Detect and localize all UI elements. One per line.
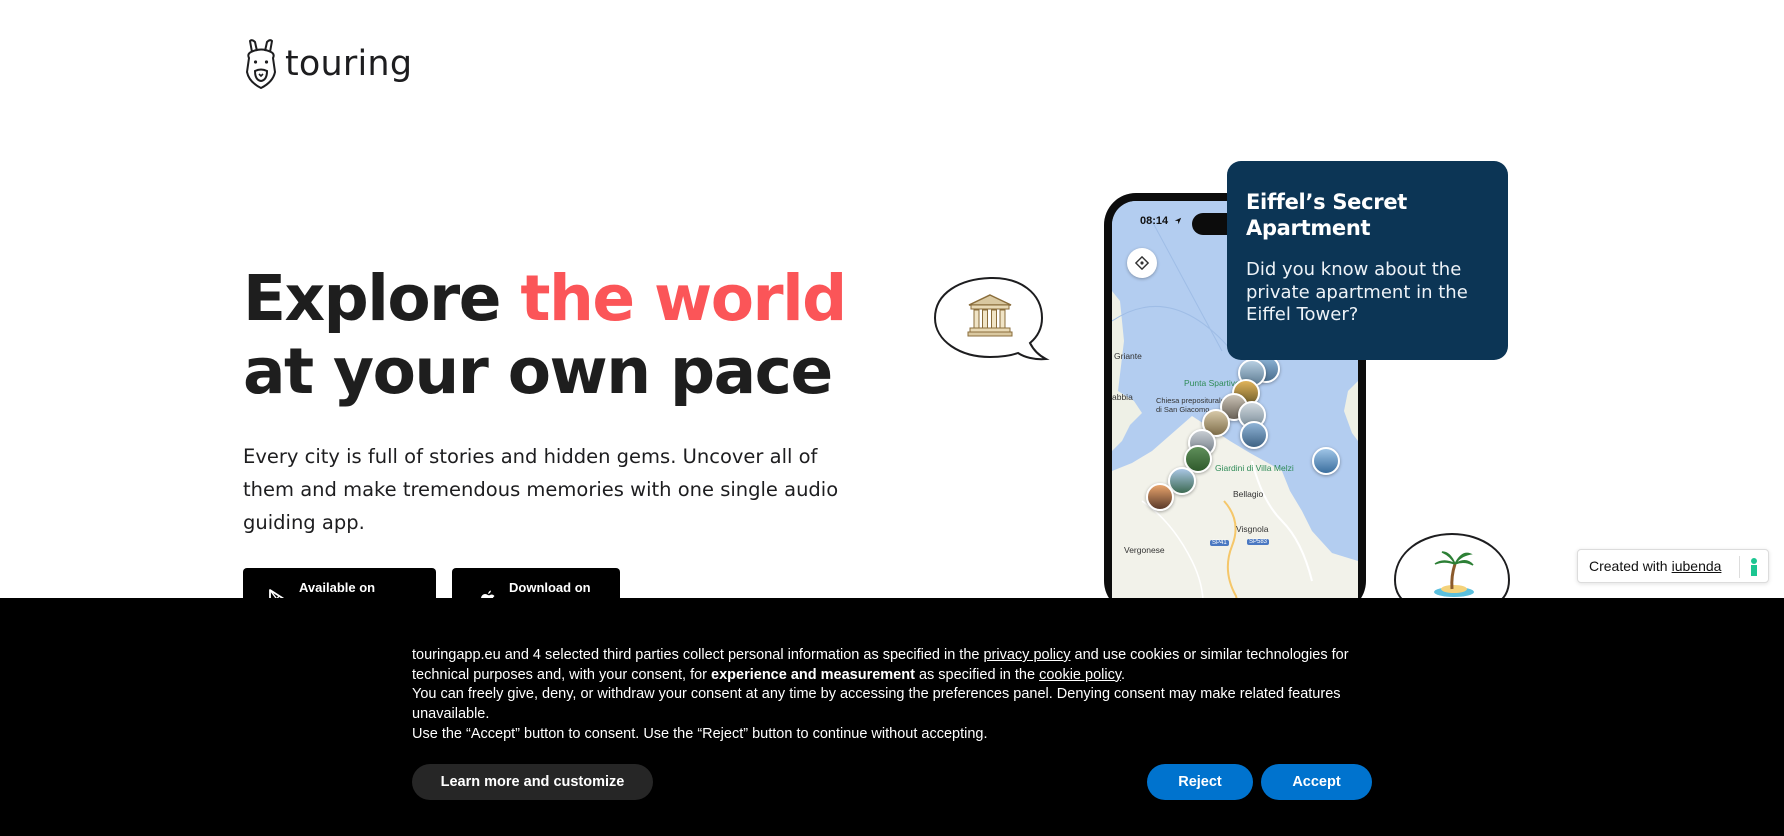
- map-label-vergonese: Vergonese: [1124, 545, 1165, 555]
- locate-button[interactable]: [1127, 248, 1157, 278]
- iubenda-prefix: Created with: [1589, 558, 1668, 574]
- temple-icon: [967, 294, 1013, 337]
- iubenda-divider: [1739, 556, 1740, 578]
- hero-title-line2: at your own pace: [243, 335, 833, 408]
- cookie-bold-text: experience and measurement: [711, 666, 915, 683]
- brand-logo[interactable]: touring: [243, 38, 412, 90]
- locate-icon: [1135, 256, 1149, 270]
- hero-subtitle: Every city is full of stories and hidden…: [243, 445, 839, 534]
- map-label-giardini: Giardini di Villa Melzi: [1215, 463, 1294, 473]
- privacy-policy-link[interactable]: privacy policy: [983, 647, 1070, 663]
- cookie-text-part: touringapp.eu and 4 selected third parti…: [412, 647, 984, 663]
- map-label-griante: Griante: [1114, 351, 1142, 361]
- map-pin[interactable]: [1146, 483, 1174, 511]
- brand-name: touring: [285, 44, 413, 84]
- location-arrow-icon: [1174, 217, 1182, 225]
- map-label-visgnola: Visgnola: [1236, 524, 1269, 534]
- cookie-paragraph-3: Use the “Accept” button to consent. Use …: [412, 725, 988, 742]
- map-pin[interactable]: [1312, 447, 1340, 475]
- app-store-label: Download on: [509, 580, 591, 595]
- learn-more-button[interactable]: Learn more and customize: [412, 764, 653, 800]
- logo-llama-icon: [246, 39, 276, 89]
- iubenda-mark-icon: [1751, 558, 1757, 576]
- story-card[interactable]: Eiffel’s Secret Apartment Did you know a…: [1227, 161, 1508, 360]
- map-road-label-2: SP583: [1247, 539, 1270, 545]
- cookie-banner-text: touringapp.eu and 4 selected third parti…: [412, 646, 1372, 745]
- map-label-bellagio: Bellagio: [1233, 489, 1264, 499]
- map-road-label-1: SP41: [1210, 540, 1229, 546]
- cookie-text-part: .: [1121, 666, 1126, 683]
- iubenda-link[interactable]: iubenda: [1672, 558, 1722, 574]
- hero-title-accent: the world: [520, 262, 847, 335]
- map-label-abbia: abbia: [1112, 392, 1133, 402]
- hero-title: Explore the world at your own pace: [243, 262, 847, 408]
- map-pin[interactable]: [1240, 421, 1268, 449]
- cookie-text-part: as specified in the: [914, 666, 1040, 683]
- palm-island-icon: [1434, 551, 1474, 597]
- story-card-title: Eiffel’s Secret Apartment: [1246, 190, 1407, 240]
- cookie-paragraph-1: touringapp.eu and 4 selected third parti…: [412, 646, 1372, 685]
- iubenda-badge[interactable]: Created with iubenda: [1577, 549, 1769, 583]
- google-play-label: Available on: [299, 580, 376, 595]
- hero-title-part1: Explore: [243, 262, 521, 335]
- cookie-banner: touringapp.eu and 4 selected third parti…: [0, 598, 1784, 836]
- status-time: 08:14: [1140, 215, 1169, 227]
- accept-button[interactable]: Accept: [1261, 764, 1372, 800]
- story-card-text: Did you know about the private apartment…: [1246, 259, 1468, 325]
- cookie-paragraph-2: You can freely give, deny, or withdraw y…: [412, 686, 1341, 723]
- reject-button[interactable]: Reject: [1147, 764, 1253, 800]
- cookie-policy-link[interactable]: cookie policy: [1039, 667, 1121, 683]
- temple-bubble: [932, 275, 1052, 375]
